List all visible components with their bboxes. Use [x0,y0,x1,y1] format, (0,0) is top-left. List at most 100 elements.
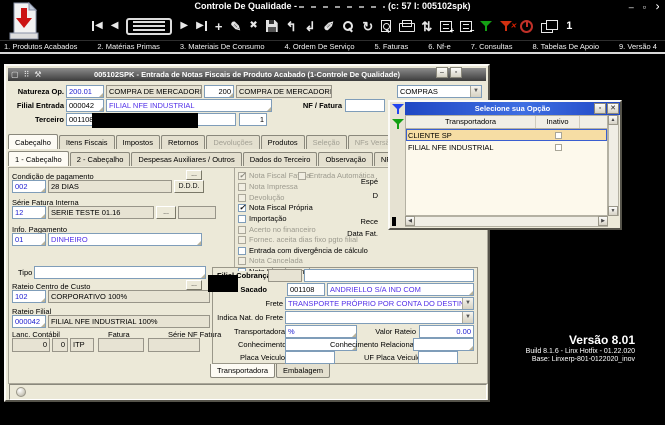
filial-entrada-desc-field[interactable]: FILIAL NFE INDUSTRIAL [106,99,272,112]
search-icon[interactable] [342,20,354,32]
add-row-button[interactable]: + [440,21,452,32]
chevron-down-icon[interactable]: ▼ [462,298,473,309]
scroll-down-icon[interactable]: ▼ [608,206,618,216]
scroll-left-icon[interactable]: ◀ [405,216,415,226]
filial-cobranca-desc-field[interactable] [304,269,474,282]
last-record-button[interactable]: ▶ [196,21,207,31]
next-record-button[interactable]: ▶ [180,21,188,31]
chevron-down-icon[interactable]: ▼ [462,312,473,323]
rateio-cc-ellipsis-button[interactable]: ... [186,280,202,290]
brush-button[interactable]: ✐ [324,20,335,33]
menu-versao4[interactable]: 9. Versão 4 [619,42,657,51]
menu-nfe[interactable]: 6. Nf-e [428,42,451,51]
condicao-ellipsis-button[interactable]: ... [186,170,202,180]
menu-faturas[interactable]: 5. Faturas [375,42,409,51]
menu-consultas[interactable]: 7. Consultas [471,42,513,51]
scroll-right-icon[interactable]: ▶ [598,216,608,226]
maximize-button[interactable]: ▫ [643,2,646,13]
filter-blue-icon[interactable] [392,104,404,115]
edit-record-button[interactable]: ✎ [230,20,241,33]
terceiro-seq-field[interactable]: 1 [239,113,267,126]
filter-green-icon[interactable] [392,119,404,130]
sort-button[interactable]: ⇅ [421,20,432,33]
monitors-icon[interactable] [541,20,558,33]
tab-produtos[interactable]: Produtos [261,135,305,149]
first-record-button[interactable]: ◀ [92,21,103,31]
bottom-tab-embalagem[interactable]: Embalagem [276,364,330,378]
grupo-compras-dropdown[interactable]: COMPRAS ▼ [397,85,482,98]
menu-materias-primas[interactable]: 2. Matérias Primas [97,42,160,51]
save-button[interactable] [266,20,278,32]
exit-button[interactable] [520,20,533,33]
sacado-desc-field[interactable]: ANDRIELLO S/A IND COM [327,283,474,296]
close-button[interactable]: ✕ [655,2,659,13]
popup-col-inativo[interactable]: Inativo [536,116,580,128]
conhecimento-relacionado-field[interactable] [413,338,474,351]
subtab-1-cabecalho[interactable]: 1 - Cabeçalho [8,151,69,166]
checkbox-divergencia-calculo[interactable]: Entrada com divergência de cálculo [238,246,368,255]
condicao-code-field[interactable]: 002 [12,180,46,193]
subtab-despesas[interactable]: Despesas Auxiliares / Outros [131,152,241,166]
chevron-down-icon[interactable]: ▼ [470,86,481,97]
add-record-button[interactable]: + [215,20,223,33]
list-item-cliente-sp[interactable]: CLIENTE SP [406,129,607,141]
menu-produtos-acabados[interactable]: 1. Produtos Acabados [4,42,77,51]
subtab-observacao[interactable]: Observação [318,152,372,166]
checkbox-importacao[interactable]: Importação [238,214,287,223]
tipo-field[interactable] [34,266,206,279]
tab-itens-fiscais[interactable]: Itens Fiscais [59,135,115,149]
popup-vertical-scrollbar[interactable]: ▲ ▼ [608,115,619,216]
natureza-op-code-field[interactable]: 200.01 [66,85,104,98]
inativo-checkbox[interactable] [536,144,580,151]
popup-maximize-button[interactable]: ▫ [594,103,606,114]
menu-ordem-servico[interactable]: 4. Ordem De Serviço [285,42,355,51]
filter-clear-icon[interactable]: ✕ [500,21,512,32]
tab-cabecalho[interactable]: Cabeçalho [8,134,58,149]
transportadora-field[interactable]: % [285,325,357,338]
form-minimize-button[interactable]: – [436,67,448,78]
confirm-button[interactable]: ↲ [305,20,316,33]
rateio-cc-code-field[interactable]: 102 [12,290,46,303]
minimize-button[interactable]: – [629,2,634,13]
serie-fatura-desc-field: SERIE TESTE 01.16 [48,206,154,219]
menu-tabelas-apoio[interactable]: 8. Tabelas De Apoio [532,42,599,51]
remove-row-button[interactable]: − [460,21,472,32]
popup-close-button[interactable]: ✕ [607,103,619,114]
prev-record-button[interactable]: ◀ [111,21,119,31]
filial-entrada-code-field[interactable]: 000042 [66,99,104,112]
column-divider [234,167,235,268]
preview-icon[interactable] [381,20,391,32]
bottom-tab-transportadora[interactable]: Transportadora [210,364,275,378]
serie-fatura-code-field[interactable]: 12 [12,206,46,219]
natureza-op-code2-field[interactable]: 200 [204,85,234,98]
popup-horizontal-scrollbar[interactable]: ◀ ▶ [405,216,608,227]
nf-fatura-field[interactable] [345,99,385,112]
info-pagamento-desc-field[interactable]: DINHEIRO [48,233,202,246]
tab-retornos[interactable]: Retornos [161,135,205,149]
refresh-button[interactable]: ↻ [362,20,373,33]
rateio-filial-code-field[interactable]: 000042 [12,315,46,328]
delete-record-button[interactable]: ✖ [249,21,257,31]
undo-button[interactable]: ↰ [286,20,297,33]
menu-materiais-consumo[interactable]: 3. Materiais De Consumo [180,42,265,51]
sacado-code-field[interactable]: 001108 [287,283,325,296]
subtab-2-cabecalho[interactable]: 2 - Cabeçalho [70,152,131,166]
tab-impostos[interactable]: Impostos [116,135,160,149]
filter-green-icon[interactable] [480,21,492,32]
valor-rateio-field[interactable]: 0.00 [419,325,474,338]
indica-nat-frete-dropdown[interactable]: ▼ [285,311,474,324]
info-pagamento-code-field[interactable]: 01 [12,233,46,246]
uf-placa-veiculo-field[interactable] [418,351,458,364]
print-button[interactable] [399,20,413,33]
placa-veiculo-field[interactable] [285,351,335,364]
ddd-button[interactable]: D.D.D. [174,180,204,193]
frete-dropdown[interactable]: TRANSPORTE PRÓPRIO POR CONTA DO DESTINAT… [285,297,474,310]
checkbox-nota-fiscal-propria[interactable]: Nota Fiscal Própria [238,203,313,212]
popup-col-transportadora[interactable]: Transportadora [406,116,536,128]
list-item-filial-nfe[interactable]: FILIAL NFE INDUSTRIAL [406,141,607,153]
inativo-checkbox[interactable] [536,132,580,139]
scroll-up-icon[interactable]: ▲ [608,115,618,125]
serie-ellipsis-button[interactable]: ... [156,206,176,219]
subtab-dados-terceiro[interactable]: Dados do Terceiro [243,152,318,166]
form-maximize-button[interactable]: ▫ [450,67,462,78]
